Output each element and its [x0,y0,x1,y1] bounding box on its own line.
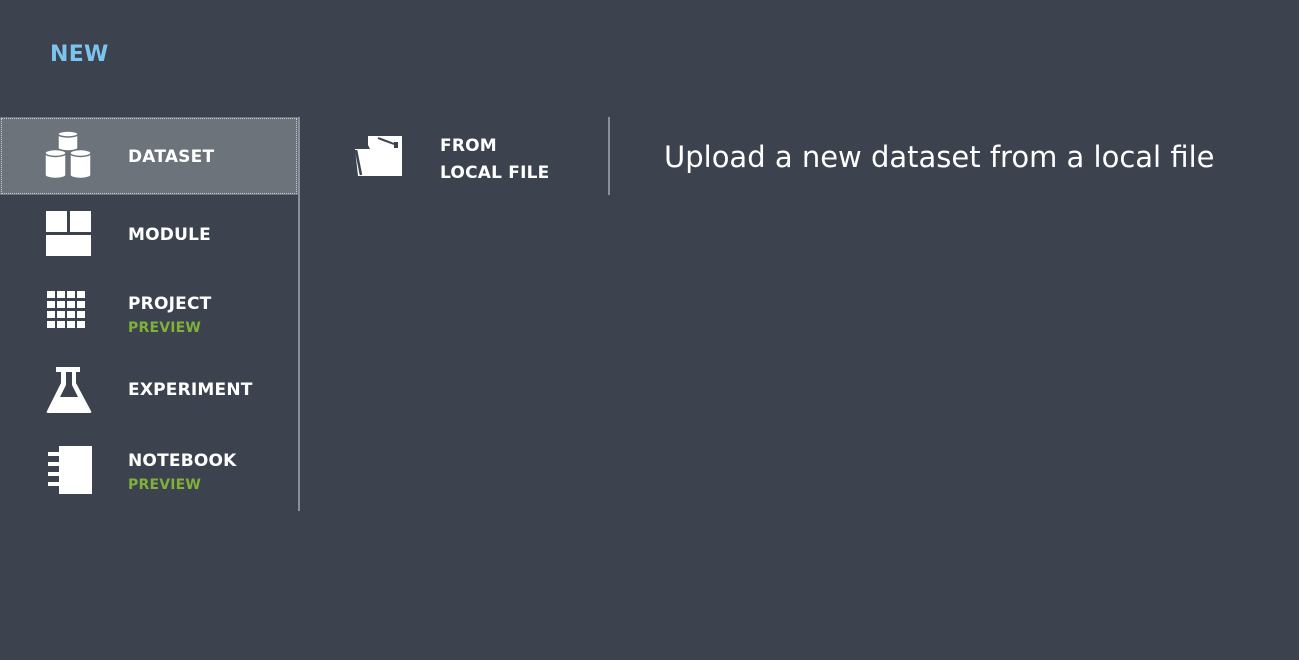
option-label-line2: LOCAL FILE [440,163,550,183]
menu-item-label: DATASET [128,147,215,167]
new-item-menu: DATASET MODULE PROJECT PREVIEW EXPERIMEN… [0,117,300,511]
menu-item-project[interactable]: PROJECT PREVIEW [0,273,298,351]
menu-item-notebook[interactable]: NOTEBOOK PREVIEW [0,429,298,507]
module-blocks-icon [44,209,94,259]
menu-item-module[interactable]: MODULE [0,195,298,273]
vertical-divider [608,117,610,195]
menu-item-label: MODULE [128,225,211,245]
grid-icon [44,287,94,337]
database-stack-icon [44,130,94,181]
folder-icon [354,131,406,181]
flask-icon [44,365,94,415]
notebook-icon [44,445,94,495]
page-title: NEW [50,42,109,67]
menu-item-label: EXPERIMENT [128,380,253,400]
menu-item-experiment[interactable]: EXPERIMENT [0,351,298,429]
from-local-file-option[interactable]: FROM LOCAL FILE [340,117,608,195]
menu-item-label: NOTEBOOK [128,451,237,471]
preview-badge: PREVIEW [128,320,202,336]
option-description: Upload a new dataset from a local file [664,140,1215,174]
preview-badge: PREVIEW [128,477,202,493]
from-local-file-label: FROM LOCAL FILE [440,133,549,187]
option-label-line1: FROM [440,136,497,156]
menu-item-label: PROJECT [128,294,212,314]
menu-item-dataset[interactable]: DATASET [0,117,298,195]
